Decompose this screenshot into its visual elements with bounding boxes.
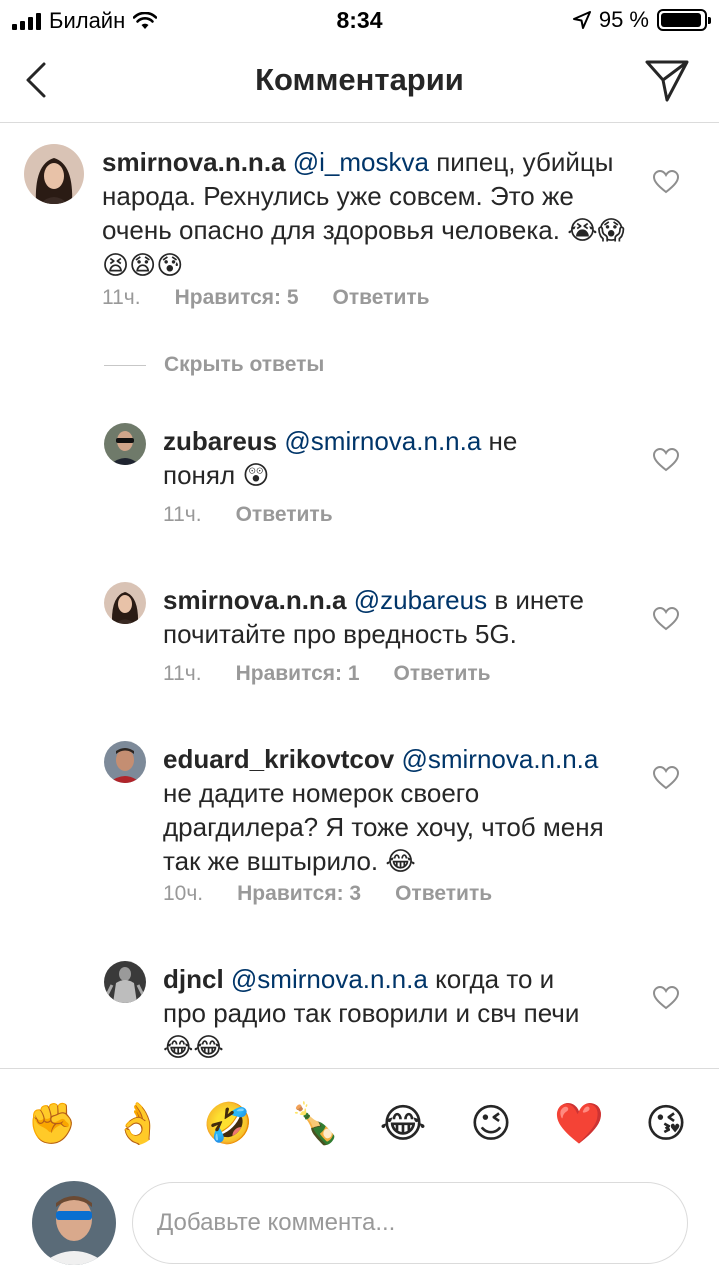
comment-mention[interactable]: @smirnova.n.n.a: [231, 964, 428, 994]
likes-count[interactable]: Нравится: 3: [237, 882, 361, 906]
emoji-champagne-button[interactable]: 🍾: [290, 1099, 340, 1149]
emoji-heart-button[interactable]: ❤️: [554, 1099, 604, 1149]
comment-meta: 11ч. Ответить: [163, 503, 333, 527]
comment-meta: 11ч. Нравится: 5 Ответить: [102, 286, 430, 310]
emoji-ok-hand-button[interactable]: 👌: [113, 1099, 163, 1149]
reply-button[interactable]: Ответить: [394, 662, 491, 686]
comment-mention[interactable]: @smirnova.n.n.a: [401, 744, 598, 774]
comment-mention[interactable]: @smirnova.n.n.a: [284, 426, 481, 456]
direct-send-icon[interactable]: [643, 56, 691, 104]
divider: [104, 364, 146, 366]
comment-username[interactable]: smirnova.n.n.a: [102, 147, 286, 177]
battery-percent: 95 %: [598, 7, 649, 32]
avatar[interactable]: [104, 741, 146, 783]
hide-replies-label: Скрыть ответы: [164, 353, 325, 376]
comment-time: 11ч.: [163, 662, 202, 685]
comment-username[interactable]: zubareus: [163, 426, 277, 456]
emoji-kiss-button[interactable]: 😘: [641, 1099, 691, 1149]
like-heart-icon[interactable]: [653, 448, 679, 472]
comment-emojis: 😂😂: [163, 1033, 224, 1063]
comment-body: eduard_krikovtcov @smirnova.n.n.a не дад…: [163, 742, 633, 879]
comment-body: smirnova.n.n.a @i_moskva пипец, убийцы н…: [102, 145, 642, 283]
header-bar: Комментарии: [0, 40, 719, 123]
avatar[interactable]: [104, 423, 146, 465]
emoji-joy-button[interactable]: 😂: [378, 1099, 428, 1149]
status-bar: Билайн 8:34 95 %: [0, 0, 719, 40]
battery-icon: [657, 9, 711, 31]
comment-username[interactable]: eduard_krikovtcov: [163, 744, 394, 774]
page-title: Комментарии: [255, 62, 464, 97]
likes-count[interactable]: Нравится: 5: [175, 286, 299, 310]
like-heart-icon[interactable]: [653, 607, 679, 631]
comment-time: 11ч.: [163, 503, 202, 526]
comment-meta: 11ч. Нравится: 1 Ответить: [163, 662, 491, 686]
reply-button[interactable]: Ответить: [236, 503, 333, 527]
comment-input[interactable]: [132, 1182, 688, 1264]
comment-time: 10ч.: [163, 882, 204, 905]
emoji-wink-button[interactable]: 😉: [466, 1099, 516, 1149]
avatar[interactable]: [24, 144, 84, 204]
avatar[interactable]: [104, 582, 146, 624]
reply-button[interactable]: Ответить: [395, 882, 492, 906]
comment-text: не дадите номерок своего драгдилера? Я т…: [163, 778, 604, 876]
comment-mention[interactable]: @zubareus: [354, 585, 487, 615]
comment-username[interactable]: djncl: [163, 964, 224, 994]
comment-emojis: 😂: [385, 847, 416, 877]
comment-meta: 10ч. Нравится: 3 Ответить: [163, 882, 492, 906]
emoji-quick-bar: ✊ 👌 🤣 🍾 😂 😉 ❤️ 😘: [0, 1068, 719, 1174]
hide-replies-button[interactable]: Скрыть ответы: [104, 353, 324, 377]
comment-body: smirnova.n.n.a @zubareus в инете почитай…: [163, 583, 623, 651]
likes-count[interactable]: Нравится: 1: [236, 662, 360, 686]
like-heart-icon[interactable]: [653, 986, 679, 1010]
comment-body: zubareus @smirnova.n.n.a не понял 😲: [163, 424, 543, 493]
comment-emojis: 😲: [242, 461, 270, 491]
emoji-rofl-button[interactable]: 🤣: [203, 1099, 253, 1149]
like-heart-icon[interactable]: [653, 170, 679, 194]
emoji-fist-button[interactable]: ✊: [27, 1099, 77, 1149]
current-user-avatar: [32, 1181, 116, 1265]
like-heart-icon[interactable]: [653, 766, 679, 790]
reply-button[interactable]: Ответить: [333, 286, 430, 310]
comment-body: djncl @smirnova.n.n.a когда то и про рад…: [163, 962, 603, 1065]
comment-username[interactable]: smirnova.n.n.a: [163, 585, 347, 615]
avatar[interactable]: [104, 961, 146, 1003]
comment-mention[interactable]: @i_moskva: [293, 147, 429, 177]
comment-time: 11ч.: [102, 286, 141, 309]
location-arrow-icon: [572, 11, 591, 29]
